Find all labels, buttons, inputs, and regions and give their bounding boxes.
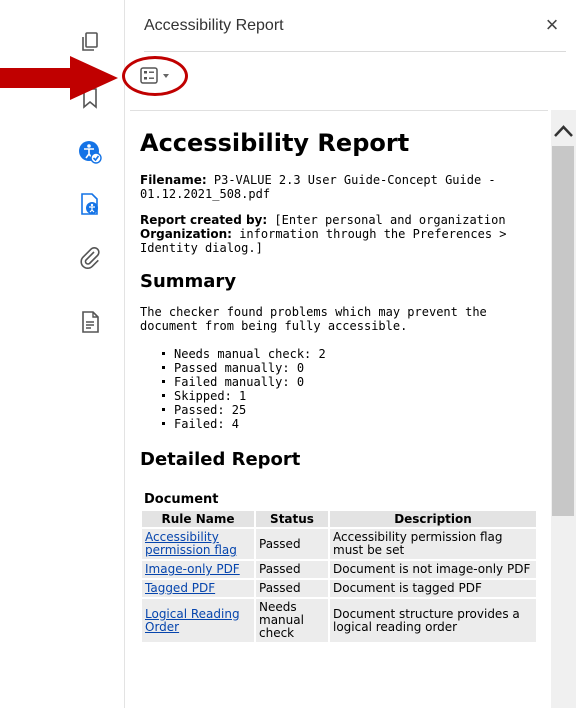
table-header-row: Rule Name Status Description	[142, 511, 536, 527]
report-title: Accessibility Report	[140, 129, 410, 157]
list-item: Failed manually: 0	[162, 375, 540, 389]
status-cell: Passed	[256, 561, 328, 578]
report-view[interactable]: Accessibility Report Filename: P3-VALUE …	[130, 110, 548, 709]
chevron-up-icon	[554, 125, 573, 137]
filename-line: Filename: P3-VALUE 2.3 User Guide-Concep…	[140, 173, 496, 201]
document-icon[interactable]	[78, 310, 102, 334]
summary-text: The checker found problems which may pre…	[140, 305, 487, 333]
title-divider	[144, 51, 566, 52]
rail-divider	[124, 0, 125, 708]
rules-table: Rule Name Status Description Accessibili…	[140, 509, 538, 644]
rule-link[interactable]: Accessibility permission flag	[145, 530, 237, 557]
description-cell: Document structure provides a logical re…	[330, 599, 536, 642]
pages-icon[interactable]	[78, 30, 102, 54]
description-cell: Document is not image-only PDF	[330, 561, 536, 578]
list-item: Needs manual check: 2	[162, 347, 540, 361]
left-navigation-rail	[0, 0, 124, 708]
report-content: Accessibility Report Filename: P3-VALUE …	[140, 129, 540, 644]
table-row: Accessibility permission flag Passed Acc…	[142, 529, 536, 559]
table-row: Image-only PDF Passed Document is not im…	[142, 561, 536, 578]
list-item: Skipped: 1	[162, 389, 540, 403]
status-cell: Passed	[256, 529, 328, 559]
summary-heading: Summary	[140, 271, 237, 292]
table-row: Tagged PDF Passed Document is tagged PDF	[142, 580, 536, 597]
scrollbar-thumb[interactable]	[552, 146, 574, 516]
red-arrow-annotation	[0, 56, 118, 100]
attachment-icon[interactable]	[78, 246, 102, 270]
status-cell: Needs manual check	[256, 599, 328, 642]
column-header: Description	[330, 511, 536, 527]
rule-link[interactable]: Image-only PDF	[145, 562, 240, 576]
rule-link[interactable]: Logical Reading Order	[145, 607, 240, 634]
created-by-line: Report created by: [Enter personal and o…	[140, 213, 507, 255]
summary-list: Needs manual check: 2 Passed manually: 0…	[140, 347, 540, 431]
close-button[interactable]: ×	[540, 14, 564, 38]
rule-link[interactable]: Tagged PDF	[145, 581, 215, 595]
accessibility-report-icon[interactable]	[78, 192, 102, 216]
column-header: Rule Name	[142, 511, 254, 527]
list-item: Failed: 4	[162, 417, 540, 431]
status-cell: Passed	[256, 580, 328, 597]
red-circle-annotation	[122, 56, 188, 96]
detailed-report-heading: Detailed Report	[140, 449, 301, 470]
document-heading: Document	[144, 492, 219, 507]
table-row: Logical Reading Order Needs manual check…	[142, 599, 536, 642]
list-item: Passed manually: 0	[162, 361, 540, 375]
column-header: Status	[256, 511, 328, 527]
description-cell: Document is tagged PDF	[330, 580, 536, 597]
panel-title: Accessibility Report	[144, 17, 284, 34]
description-cell: Accessibility permission flag must be se…	[330, 529, 536, 559]
list-item: Passed: 25	[162, 403, 540, 417]
scroll-up-button[interactable]	[551, 120, 576, 140]
accessibility-check-icon[interactable]	[78, 140, 102, 164]
